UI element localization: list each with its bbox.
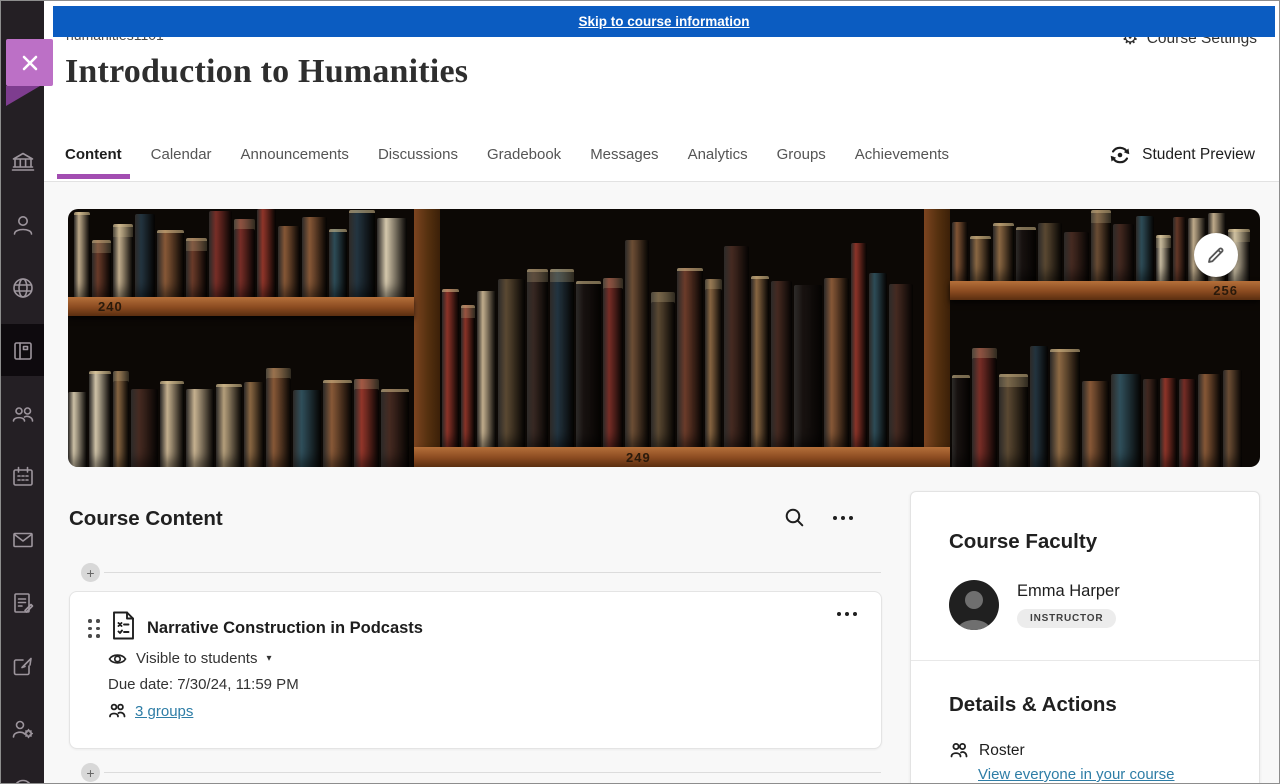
messages-icon[interactable]: [9, 526, 36, 553]
item-menu-button[interactable]: [837, 612, 857, 616]
institution-icon[interactable]: [9, 148, 36, 175]
visibility-dropdown[interactable]: Visible to students ▾: [108, 650, 272, 667]
search-icon: [784, 507, 805, 528]
signout-icon[interactable]: [9, 776, 36, 784]
drag-handle[interactable]: [88, 619, 100, 638]
banner-shelf: [414, 447, 950, 467]
tab-achievements[interactable]: Achievements: [855, 128, 949, 181]
course-info-panel: Course Faculty Emma Harper INSTRUCTOR De…: [910, 491, 1260, 783]
banner-shelf-post: [414, 209, 440, 467]
calendar-icon[interactable]: [9, 463, 36, 490]
groups-icon: [108, 702, 126, 720]
tools-edit-icon[interactable]: [9, 652, 36, 679]
student-preview-label: Student Preview: [1142, 146, 1255, 164]
avatar[interactable]: [949, 580, 999, 630]
course-banner-image: 240 249 256: [68, 209, 1260, 467]
tab-gradebook[interactable]: Gradebook: [487, 128, 561, 181]
content-area: 240 249 256 Course Content +: [44, 182, 1279, 783]
globe-icon[interactable]: [9, 274, 36, 301]
divider: [104, 772, 881, 773]
item-title[interactable]: Narrative Construction in Podcasts: [147, 619, 423, 638]
courses-icon[interactable]: [9, 337, 36, 364]
tab-content[interactable]: Content: [65, 128, 122, 181]
roster-row: Roster: [949, 741, 1221, 760]
test-document-icon: [110, 610, 137, 646]
banner-shelf-post: [924, 209, 950, 467]
edit-banner-button[interactable]: [1194, 233, 1238, 277]
pencil-icon: [1206, 245, 1226, 265]
app-window: humanities1101 Introduction to Humanitie…: [0, 0, 1280, 784]
groups-link[interactable]: 3 groups: [135, 703, 193, 720]
roster-icon: [949, 741, 968, 760]
ribbon-fold: [6, 86, 40, 106]
tab-announcements[interactable]: Announcements: [241, 128, 349, 181]
eye-icon: [108, 652, 127, 666]
shelf-number-center: 249: [626, 450, 651, 465]
student-preview-icon: [1107, 142, 1133, 168]
avatar-silhouette-icon: [949, 580, 999, 630]
student-preview-button[interactable]: Student Preview: [1107, 142, 1255, 168]
add-content-row: +: [81, 563, 881, 582]
instructor-name: Emma Harper: [1017, 582, 1120, 601]
faculty-heading: Course Faculty: [949, 530, 1221, 554]
role-badge: INSTRUCTOR: [1017, 609, 1116, 628]
page-title: Introduction to Humanities: [65, 53, 468, 91]
course-content-menu-button[interactable]: [833, 516, 853, 520]
course-nav-tabs: Content Calendar Announcements Discussio…: [44, 128, 1279, 182]
roster-label: Roster: [979, 742, 1025, 760]
add-content-button[interactable]: +: [81, 763, 100, 782]
visibility-label: Visible to students: [136, 650, 257, 667]
tab-analytics[interactable]: Analytics: [688, 128, 748, 181]
admin-icon[interactable]: [9, 715, 36, 742]
view-everyone-link[interactable]: View everyone in your course: [978, 766, 1221, 783]
skip-link[interactable]: Skip to course information: [578, 14, 749, 29]
caret-down-icon: ▾: [266, 653, 271, 664]
tab-messages[interactable]: Messages: [590, 128, 658, 181]
details-actions-heading: Details & Actions: [949, 693, 1221, 717]
tab-groups[interactable]: Groups: [777, 128, 826, 181]
add-content-button[interactable]: +: [81, 563, 100, 582]
faculty-row: Emma Harper INSTRUCTOR: [949, 580, 1221, 630]
close-icon: [19, 52, 41, 74]
grades-icon[interactable]: [9, 589, 36, 616]
search-button[interactable]: [784, 507, 805, 528]
tab-calendar[interactable]: Calendar: [151, 128, 212, 181]
due-date: Due date: 7/30/24, 11:59 PM: [108, 676, 299, 693]
skip-banner: Skip to course information: [53, 6, 1275, 37]
course-content-heading: Course Content: [69, 507, 223, 531]
shelf-number-left: 240: [98, 299, 123, 314]
organizations-icon[interactable]: [9, 400, 36, 427]
divider: [104, 572, 881, 573]
shelf-number-right: 256: [1213, 283, 1238, 298]
content-item-card: Narrative Construction in Podcasts Visib…: [69, 591, 882, 749]
profile-icon[interactable]: [9, 211, 36, 238]
groups-row: 3 groups: [108, 702, 193, 720]
close-course-button[interactable]: [6, 39, 53, 86]
add-content-row: +: [81, 763, 881, 782]
tab-discussions[interactable]: Discussions: [378, 128, 458, 181]
divider: [911, 660, 1259, 661]
tool-sidebar: [1, 1, 44, 783]
